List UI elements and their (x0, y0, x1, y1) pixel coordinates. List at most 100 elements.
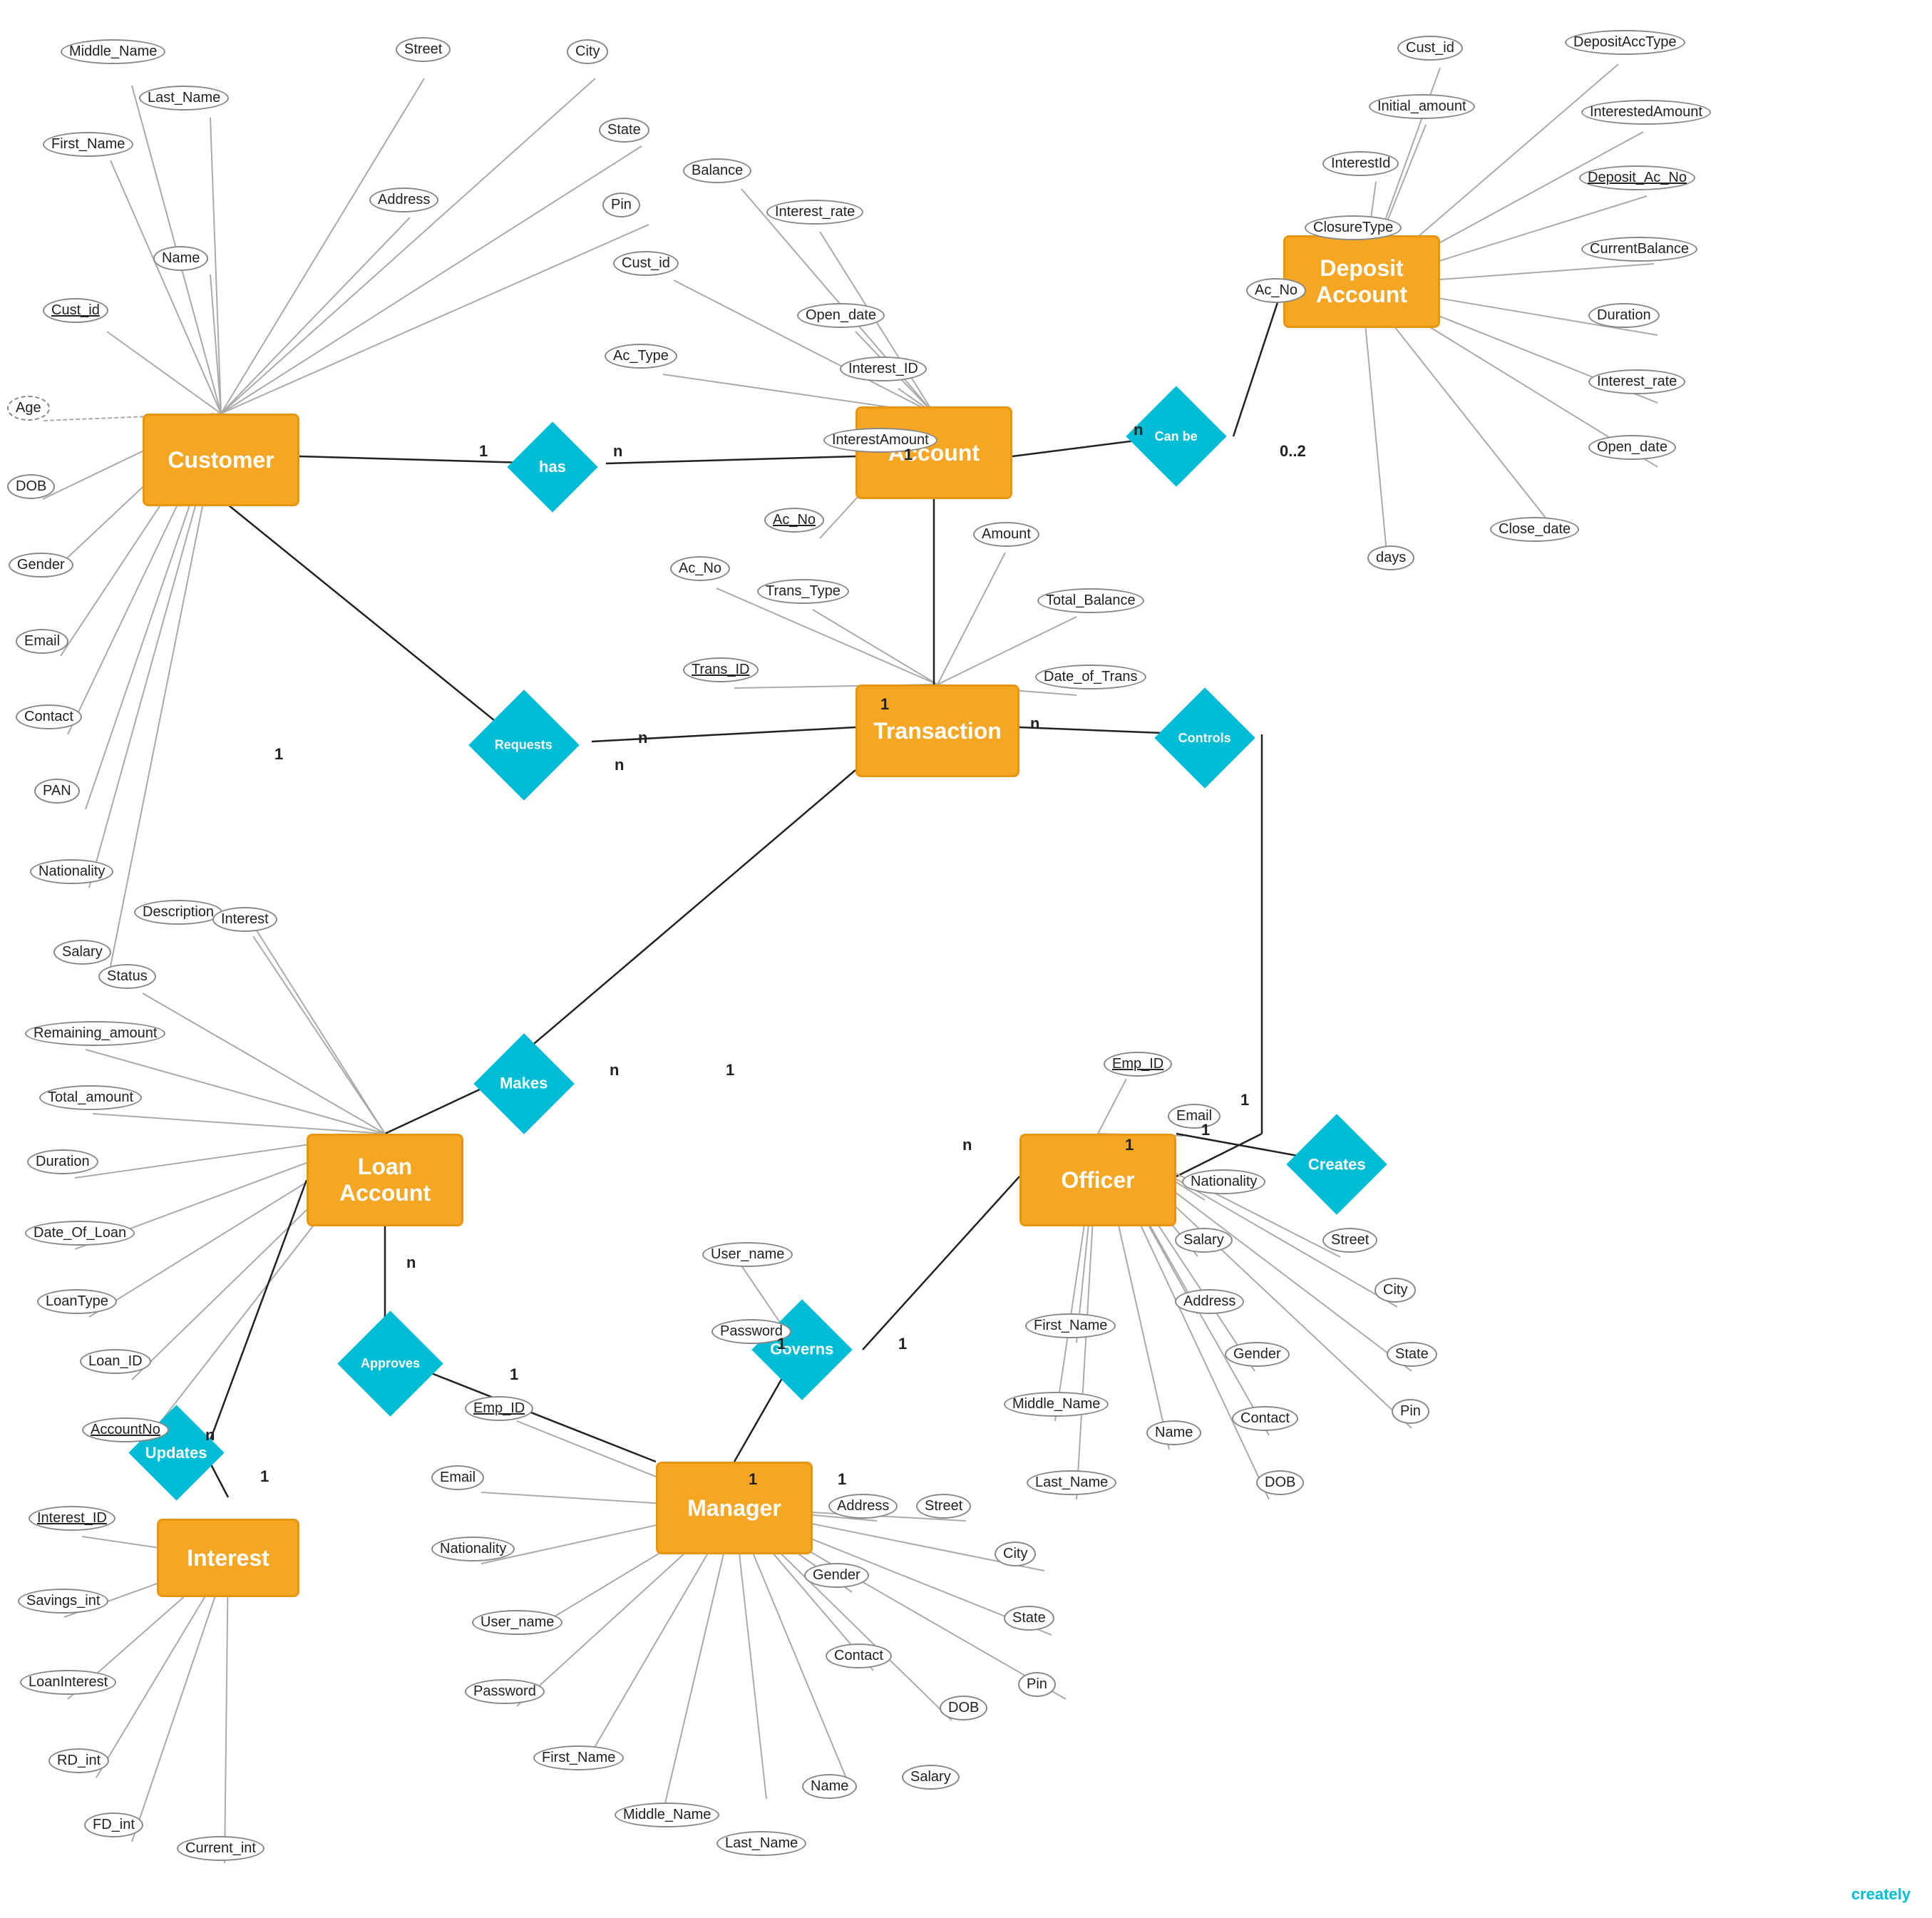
attr-dep-intamt: InterestedAmount (1581, 100, 1711, 125)
attr-dep-deptype: DepositAccType (1565, 30, 1685, 55)
attr-loan-desc: Description (134, 900, 222, 925)
attr-dep-intid: InterestId (1322, 151, 1399, 176)
attr-mgr-name: Name (802, 1774, 857, 1799)
attr-loan-accno: AccountNo (82, 1417, 169, 1442)
card-7: n (638, 729, 647, 747)
card-4: n (1134, 421, 1143, 439)
attr-acc-intamt: InterestAmount (823, 428, 937, 453)
card-5: 0..2 (1280, 442, 1306, 461)
attr-acc-intrate: Interest_rate (766, 200, 863, 225)
attr-dep-intrate: Interest_rate (1588, 369, 1685, 394)
card-22: 1 (898, 1335, 907, 1353)
attr-off-salary: Salary (1175, 1228, 1233, 1253)
attr-off-pin: Pin (1392, 1399, 1429, 1424)
attr-mgr-street: Street (916, 1494, 971, 1519)
attr-cust-address: Address (369, 188, 438, 212)
attr-int-rdint: RD_int (48, 1748, 109, 1773)
attr-off-name: Name (1146, 1420, 1201, 1445)
attr-off-lastname: Last_Name (1027, 1470, 1116, 1495)
er-diagram: Customer Account Deposit Account Transac… (0, 0, 1932, 1918)
attr-acc-opendate: Open_date (797, 303, 885, 328)
attr-dep-opendate: Open_date (1588, 435, 1676, 460)
attr-mgr-password: Password (465, 1679, 545, 1704)
entity-loan-account: Loan Account (307, 1134, 463, 1226)
card-2: n (613, 442, 622, 461)
attr-cust-email: Email (16, 629, 68, 654)
attr-mgr-salary: Salary (902, 1765, 960, 1790)
attr-gov-username: User_name (702, 1242, 793, 1267)
attr-off-street: Street (1322, 1228, 1377, 1253)
attr-dep-dur: Duration (1588, 303, 1660, 328)
attr-acc-balance: Balance (683, 158, 751, 183)
attr-off-address: Address (1175, 1289, 1244, 1314)
attr-cust-firstname: First_Name (43, 132, 133, 157)
attr-dep-acno: Deposit_Ac_No (1579, 165, 1695, 190)
attr-mgr-gender: Gender (804, 1563, 869, 1588)
attr-off-empid: Emp_ID (1104, 1052, 1172, 1077)
attr-dep-initamt: Initial_amount (1369, 94, 1475, 119)
card-14: 1 (510, 1365, 518, 1384)
attr-cust-dob: DOB (7, 474, 55, 499)
attr-cust-salary: Salary (53, 940, 111, 965)
attr-dep-curbal: CurrentBalance (1581, 237, 1697, 262)
attr-off-contact: Contact (1232, 1406, 1298, 1431)
card-19: 1 (1201, 1121, 1210, 1139)
attr-cust-contact: Contact (16, 704, 82, 729)
entity-interest: Interest (157, 1519, 299, 1597)
attr-mgr-lastname: Last_Name (716, 1831, 806, 1856)
attr-off-dob: DOB (1256, 1470, 1304, 1495)
card-9: n (615, 756, 624, 774)
attr-acc-custid: Cust_id (613, 251, 679, 276)
attr-mgr-address: Address (828, 1494, 898, 1519)
attr-mgr-firstname: First_Name (533, 1745, 624, 1770)
attr-cust-city: City (567, 39, 608, 64)
attr-int-loanint: LoanInterest (20, 1670, 116, 1695)
attr-int-intid: Interest_ID (29, 1506, 115, 1531)
attr-cust-age: Age (7, 396, 50, 421)
attr-acc-acno: Ac_No (764, 508, 824, 533)
attr-cust-nationality: Nationality (30, 859, 113, 884)
attr-mgr-city: City (995, 1542, 1036, 1566)
card-6: 1 (880, 695, 889, 714)
attr-cust-pan: PAN (34, 779, 80, 804)
attr-mgr-empid: Emp_ID (465, 1396, 533, 1421)
card-24: 1 (838, 1470, 846, 1489)
attr-cust-custid: Cust_id (43, 298, 108, 323)
entity-officer: Officer (1019, 1134, 1176, 1226)
attr-int-curint: Current_int (177, 1836, 264, 1861)
connections-svg (0, 0, 1932, 1918)
attr-mgr-dob: DOB (940, 1696, 987, 1720)
attr-trans-totbal: Total_Balance (1037, 588, 1144, 613)
attr-off-gender: Gender (1225, 1342, 1290, 1367)
card-12: 1 (726, 1061, 734, 1079)
attr-loan-totamt: Total_amount (39, 1085, 142, 1110)
attr-off-email: Email (1168, 1104, 1221, 1129)
attr-acc-type: Ac_Type (605, 344, 677, 369)
attr-int-savint: Savings_int (18, 1589, 108, 1614)
attr-loan-remamt: Remaining_amount (25, 1021, 165, 1046)
attr-dep-closedate: Close_date (1490, 517, 1579, 542)
card-16: 1 (260, 1467, 269, 1486)
attr-mgr-username: User_name (472, 1610, 562, 1635)
card-17: n (962, 1136, 972, 1154)
card-13: n (406, 1253, 416, 1272)
entity-manager: Manager (656, 1462, 813, 1554)
entity-deposit-account: Deposit Account (1283, 235, 1440, 328)
attr-acc-intid: Interest_ID (840, 357, 927, 381)
attr-mgr-contact: Contact (826, 1643, 892, 1668)
card-18: 1 (1125, 1136, 1134, 1154)
attr-mgr-nationality: Nationality (431, 1537, 515, 1561)
attr-loan-status: Status (98, 964, 156, 989)
card-8: 1 (274, 745, 283, 764)
attr-loan-id: Loan_ID (80, 1349, 151, 1374)
creately-badge: creately (1851, 1885, 1911, 1904)
attr-trans-id: Trans_ID (683, 657, 759, 682)
attr-loan-dur: Duration (27, 1149, 98, 1174)
card-15: n (205, 1426, 215, 1445)
attr-cust-pin: Pin (602, 193, 640, 217)
attr-cust-name: Name (153, 246, 208, 271)
attr-cust-state: State (599, 118, 649, 143)
attr-dep-closure: ClosureType (1305, 215, 1402, 240)
attr-dep-acno2: Ac_No (1246, 278, 1306, 303)
card-1: 1 (479, 442, 488, 461)
